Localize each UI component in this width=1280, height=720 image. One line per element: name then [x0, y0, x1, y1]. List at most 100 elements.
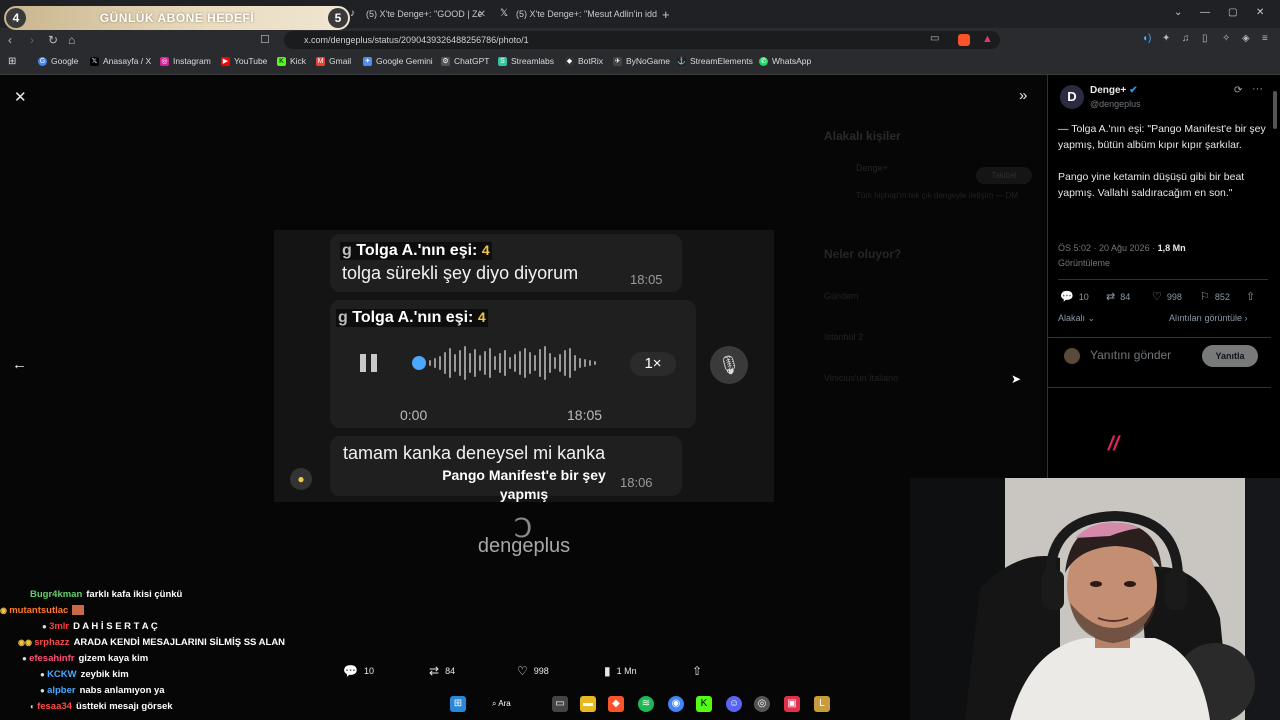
- badge-icon: ●: [22, 654, 30, 663]
- like-button[interactable]: ♡ 998: [1152, 290, 1182, 303]
- relevance-dropdown[interactable]: Alakalı ⌄: [1058, 313, 1095, 324]
- windows-start-icon[interactable]: ⊞: [450, 696, 466, 712]
- new-tab-button[interactable]: +: [662, 4, 676, 24]
- home-icon[interactable]: ⌂: [68, 33, 75, 47]
- display-name[interactable]: Denge+ ✔: [1090, 85, 1138, 96]
- bookmark-instagram[interactable]: ◎ Instagram: [160, 56, 211, 66]
- discord-icon[interactable]: ☺: [726, 696, 742, 712]
- reply-button[interactable]: 💬 10: [1060, 290, 1089, 303]
- waveform-bar: [594, 361, 596, 365]
- waveform-bar: [569, 348, 571, 378]
- bookmark-chatgpt[interactable]: ⚙ ChatGPT: [441, 56, 489, 66]
- collapse-panel-icon[interactable]: »: [1019, 87, 1027, 104]
- bottom-reply-button[interactable]: 💬 10: [343, 664, 374, 678]
- brave-rewards-icon[interactable]: ▲: [982, 33, 993, 45]
- maximize-button[interactable]: ▢: [1228, 7, 1237, 18]
- waveform-bar: [464, 346, 466, 380]
- waveform-bar: [434, 358, 436, 368]
- app-icon[interactable]: ▣: [784, 696, 800, 712]
- avatar[interactable]: D: [1060, 85, 1084, 109]
- extensions-icon[interactable]: ✦: [1162, 33, 1170, 44]
- leo-icon[interactable]: ✧: [1222, 33, 1230, 44]
- badge-icon: ●: [40, 686, 48, 695]
- brave-shield-icon[interactable]: [958, 34, 970, 46]
- stream-chat: Bugr4kman farklı kafa ikisi çünkü ◉ mutan…: [0, 587, 330, 717]
- tab-2[interactable]: 𝕏 (5) X'te Denge+: "Mesut Adlin'in idd: [500, 4, 660, 24]
- task-view-icon[interactable]: ▭: [552, 696, 568, 712]
- media-icon[interactable]: ♫: [1182, 33, 1190, 44]
- waveform-bar: [524, 348, 526, 378]
- bynogame-icon: ✈: [613, 56, 622, 66]
- retweet-button[interactable]: ⇄ 84: [1106, 290, 1130, 303]
- close-tab-icon[interactable]: ✕: [478, 9, 486, 20]
- menu-icon[interactable]: ≡: [1262, 33, 1268, 44]
- waveform-bar: [514, 354, 516, 372]
- url-field[interactable]: x.com/dengeplus/status/20904393264882567…: [284, 31, 1000, 49]
- pause-icon: [360, 354, 366, 372]
- bg-trend-1: Gündem: [824, 291, 859, 301]
- close-window-button[interactable]: ✕: [1256, 7, 1264, 18]
- x-logo-icon: 𝕏: [90, 56, 99, 66]
- photo-caption: Pango Manifest'e bir şey yapmış: [442, 467, 606, 502]
- more-icon[interactable]: ···: [1252, 83, 1263, 95]
- share-button[interactable]: ⇧: [1246, 290, 1260, 303]
- bg-trend-2: Istanbul 2: [824, 332, 864, 342]
- waveform-bar: [459, 350, 461, 376]
- vpn-icon[interactable]: ◈: [1242, 33, 1250, 44]
- waveform-bar: [489, 348, 491, 378]
- bookmark-icon[interactable]: ☐: [260, 33, 270, 46]
- audio-icon[interactable]: ◖): [1142, 33, 1151, 44]
- url-text: x.com/dengeplus/status/20904393264882567…: [304, 35, 529, 45]
- previous-arrow-icon[interactable]: ←: [12, 356, 27, 373]
- cast-icon[interactable]: ▭: [930, 33, 939, 44]
- bookmark-kick[interactable]: K Kick: [277, 56, 306, 66]
- view-quotes-link[interactable]: Alıntıları görüntüle ›: [1169, 313, 1248, 323]
- league-icon[interactable]: L: [814, 696, 830, 712]
- apps-icon[interactable]: ⊞: [8, 56, 16, 67]
- reload-icon[interactable]: ↻: [48, 33, 58, 47]
- bottom-like-button[interactable]: ♡ 998: [517, 664, 549, 678]
- back-icon[interactable]: ‹: [8, 33, 12, 47]
- bottom-views[interactable]: ▮ 1 Mn: [604, 664, 637, 678]
- waveform-bar: [549, 353, 551, 373]
- grok-icon[interactable]: ⟳: [1234, 85, 1242, 96]
- brave-icon[interactable]: ◆: [608, 696, 624, 712]
- tab-1[interactable]: ♪ (5) X'te Denge+: "GOOD | Ze ✕: [350, 4, 490, 24]
- bookmark-bynogame[interactable]: ✈ ByNoGame: [613, 56, 670, 66]
- tab-search-icon[interactable]: ⌄: [1174, 7, 1182, 18]
- bottom-share-button[interactable]: ⇧: [692, 664, 708, 678]
- file-explorer-icon[interactable]: ▬: [580, 696, 596, 712]
- bg-related-name: Denge+: [856, 163, 888, 173]
- bookmark-x[interactable]: 𝕏 Anasayfa / X: [90, 56, 151, 66]
- sidebar-icon[interactable]: ▯: [1202, 33, 1208, 44]
- goal-title: GÜNLÜK ABONE HEDEFİ: [99, 11, 255, 25]
- watermark: dengeplus: [477, 535, 571, 557]
- google-icon: G: [38, 56, 47, 66]
- emote-icon: [72, 605, 85, 616]
- reply-input[interactable]: Yanıtını gönder: [1090, 348, 1171, 362]
- bookmark-botrix[interactable]: ◆ BotRix: [565, 56, 603, 66]
- minimize-button[interactable]: —: [1200, 7, 1210, 18]
- handle[interactable]: @dengeplus: [1090, 99, 1141, 109]
- bookmark-gmail[interactable]: M Gmail: [316, 56, 351, 66]
- taskbar-search[interactable]: ⌕ Ara: [492, 696, 532, 712]
- scrollbar[interactable]: [1273, 91, 1277, 129]
- kick-app-icon[interactable]: K: [696, 696, 712, 712]
- bookmark-whatsapp[interactable]: ✆ WhatsApp: [759, 56, 811, 66]
- close-icon[interactable]: ✕: [14, 88, 27, 106]
- badge-icon: ●: [40, 670, 48, 679]
- forward-icon[interactable]: ›: [30, 33, 34, 47]
- bookmark-gemini[interactable]: ✦ Google Gemini: [363, 56, 433, 66]
- bookmark-button[interactable]: ⚐ 852: [1200, 290, 1230, 303]
- chrome-icon[interactable]: ◉: [668, 696, 684, 712]
- bookmark-streamelements[interactable]: ⚓ StreamElements: [677, 56, 753, 66]
- spotify-icon[interactable]: ≋: [638, 696, 654, 712]
- bottom-retweet-button[interactable]: ⇄ 84: [429, 664, 455, 678]
- bookmark-google[interactable]: G Google: [38, 56, 78, 66]
- reply-submit-button[interactable]: Yanıtla: [1202, 345, 1258, 367]
- bookmark-streamlabs[interactable]: S Streamlabs: [498, 56, 554, 66]
- tweet-photo[interactable]: g Tolga A.'nın eşi: 4 tolga sürekli şey …: [274, 230, 774, 502]
- chat-line: ● efesahinfr gizem kaya kim: [22, 653, 149, 664]
- bookmark-youtube[interactable]: ▶ YouTube: [221, 56, 267, 66]
- obs-icon[interactable]: ◎: [754, 696, 770, 712]
